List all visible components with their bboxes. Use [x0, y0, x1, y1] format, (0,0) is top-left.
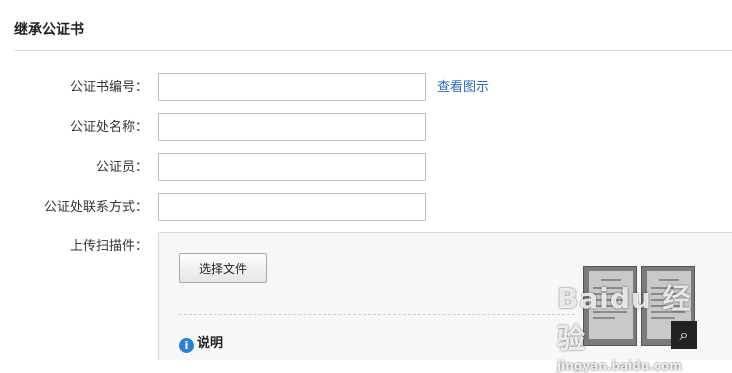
notary-contact-label: 公证处联系方式：: [43, 200, 148, 215]
sample-thumbnail-1[interactable]: [583, 266, 637, 346]
choose-file-button[interactable]: 选择文件: [179, 253, 267, 283]
view-sample-link[interactable]: 查看图示: [437, 73, 489, 103]
notary-office-name-input[interactable]: [158, 113, 426, 141]
notary-contact-input[interactable]: [158, 193, 426, 221]
form-row-notary-contact: 公证处联系方式：: [0, 193, 732, 225]
notary-label: 公证员：: [95, 160, 148, 175]
dashed-divider: [179, 314, 575, 315]
certificate-number-label: 公证书编号：: [69, 80, 148, 95]
magnifier-icon[interactable]: ⌕: [671, 321, 697, 349]
document-preview-1: [589, 271, 633, 339]
notary-office-name-label: 公证处名称：: [69, 120, 148, 135]
upload-scan-label: 上传扫描件：: [69, 239, 148, 254]
note-heading: i 说明: [179, 335, 223, 353]
section-title: 继承公证书: [14, 22, 84, 38]
note-label: 说明: [197, 336, 224, 351]
certificate-number-input[interactable]: [158, 73, 426, 101]
form-row-certificate-number: 公证书编号： 查看图示: [0, 73, 732, 105]
title-divider: [14, 50, 732, 51]
form-row-notary: 公证员：: [0, 153, 732, 185]
watermark-domain: jingyan.baidu.com: [557, 359, 682, 373]
form-row-notary-office-name: 公证处名称：: [0, 113, 732, 145]
notary-input[interactable]: [158, 153, 426, 181]
upload-panel: 选择文件 i 说明 Baidu 经验 jingyan.baidu.com ⌕: [158, 232, 732, 373]
info-icon: i: [179, 338, 194, 353]
